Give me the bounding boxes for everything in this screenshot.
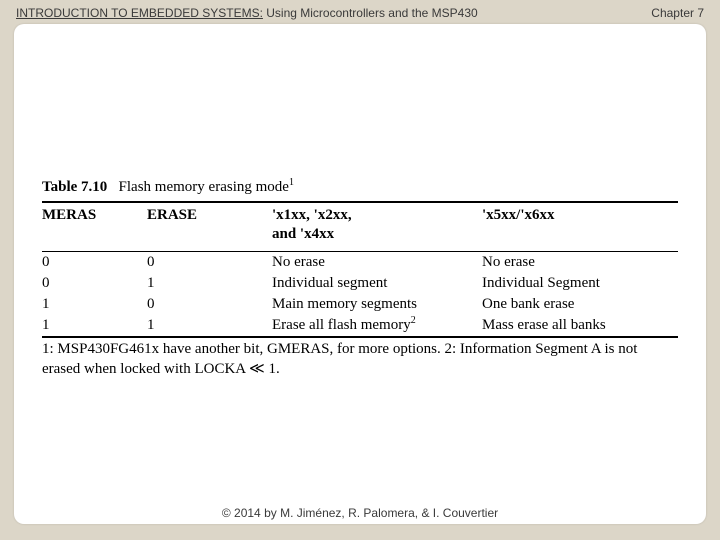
cell: Mass erase all banks [482,316,678,335]
cell: 1 [42,316,147,335]
title-prefix: INTRODUCTION TO EMBEDDED SYSTEMS: [16,6,263,20]
col-header-erase: ERASE [147,206,272,244]
table-header-row: MERAS ERASE 'x1xx, 'x2xx, and 'x4xx 'x5x… [42,203,678,251]
table-row: 1 1 Erase all flash memory2 Mass erase a… [42,315,678,336]
cell: 0 [147,253,272,272]
col-header-family-b: 'x5xx/'x6xx [482,206,678,244]
title-suffix: Using Microcontrollers and the MSP430 [263,6,478,20]
table-caption: Table 7.10 Flash memory erasing mode1 [42,178,678,197]
cell: One bank erase [482,295,678,314]
col-header-meras: MERAS [42,206,147,244]
page-header: INTRODUCTION TO EMBEDDED SYSTEMS: Using … [16,6,704,20]
table-caption-text: Flash memory erasing mode [119,179,289,195]
cell: No erase [272,253,482,272]
cell: 1 [147,274,272,293]
cell: 0 [147,295,272,314]
table-footnote: 1: MSP430FG461x have another bit, GMERAS… [42,338,678,378]
cell: 0 [42,274,147,293]
book-title: INTRODUCTION TO EMBEDDED SYSTEMS: Using … [16,6,478,20]
cell: Individual Segment [482,274,678,293]
col-header-family-a-line1: 'x1xx, 'x2xx, [272,206,482,225]
table: MERAS ERASE 'x1xx, 'x2xx, and 'x4xx 'x5x… [42,201,678,338]
cell: No erase [482,253,678,272]
table-row: 1 0 Main memory segments One bank erase [42,294,678,315]
cell: Main memory segments [272,295,482,314]
table-body: 0 0 No erase No erase 0 1 Individual seg… [42,252,678,337]
chapter-label: Chapter 7 [651,6,704,20]
cell: Erase all flash memory2 [272,316,482,335]
cell: 0 [42,253,147,272]
copyright-footer: © 2014 by M. Jiménez, R. Palomera, & I. … [14,506,706,520]
cell: Individual segment [272,274,482,293]
cell: 1 [147,316,272,335]
page-card: Table 7.10 Flash memory erasing mode1 ME… [14,24,706,524]
table-block: Table 7.10 Flash memory erasing mode1 ME… [42,178,678,379]
table-row: 0 1 Individual segment Individual Segmen… [42,273,678,294]
caption-superscript: 1 [289,177,294,188]
cell: 1 [42,295,147,314]
col-header-family-a: 'x1xx, 'x2xx, and 'x4xx [272,206,482,244]
table-number: Table 7.10 [42,179,107,195]
col-header-family-a-line2: and 'x4xx [272,225,482,244]
table-row: 0 0 No erase No erase [42,252,678,273]
